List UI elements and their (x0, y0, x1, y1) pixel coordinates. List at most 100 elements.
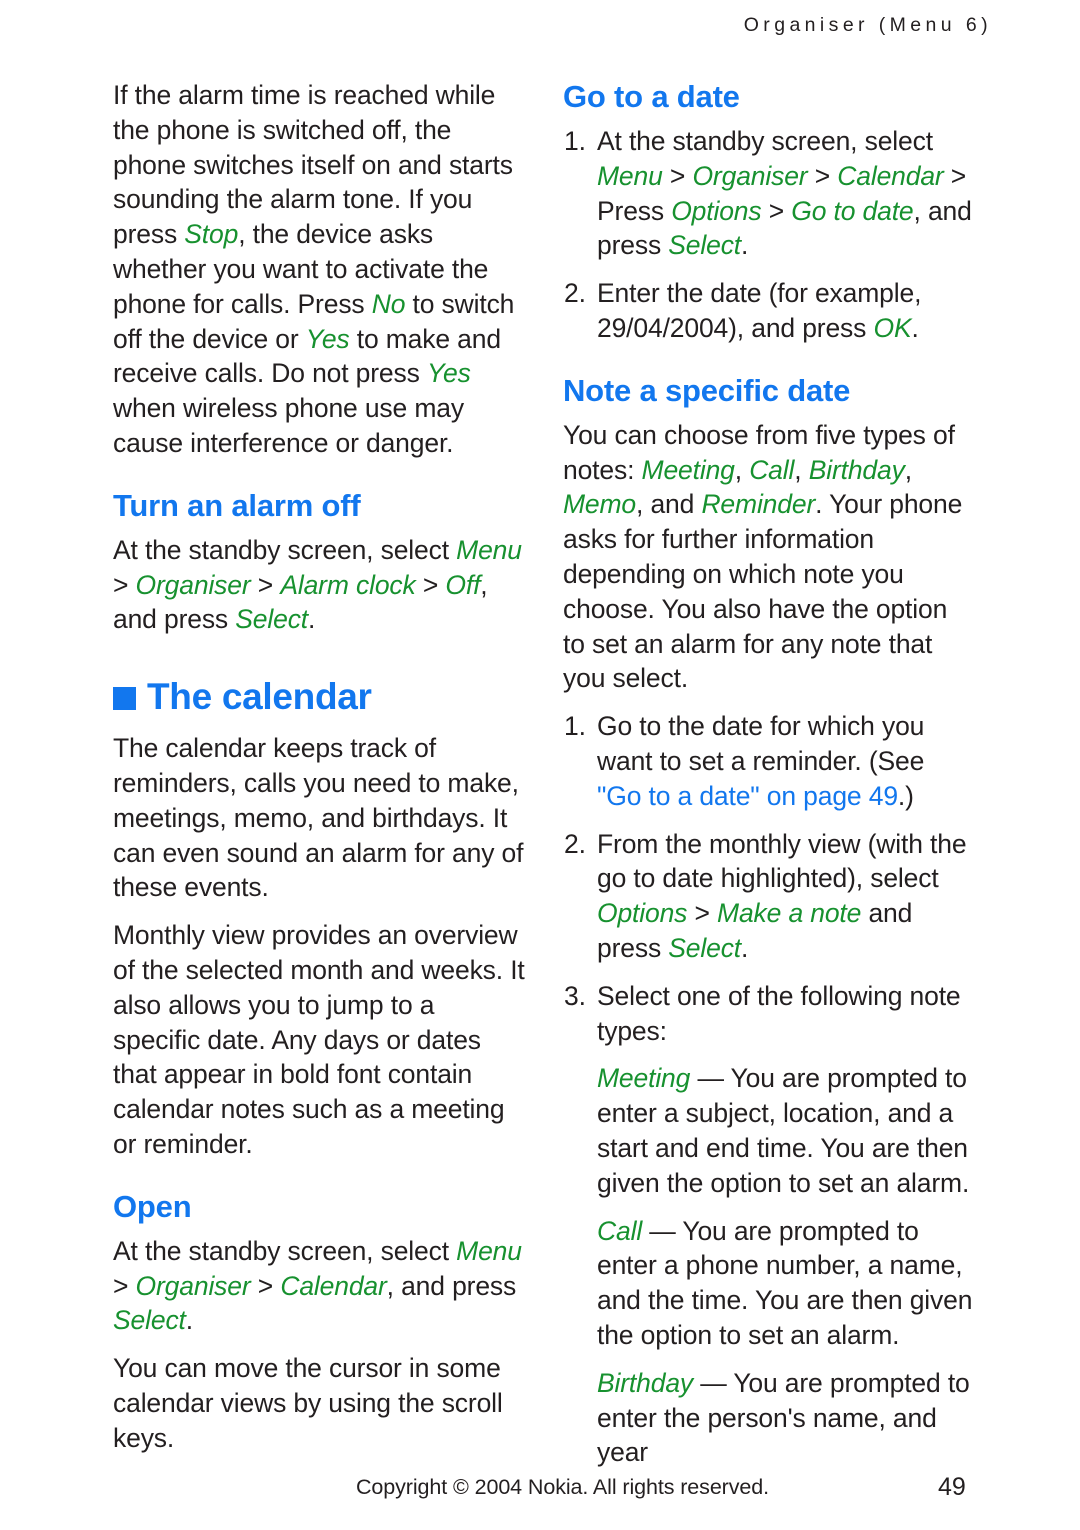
page-number: 49 (938, 1473, 966, 1501)
list-item: 2. From the monthly view (with the go to … (563, 827, 975, 966)
text-run: From the monthly view (with the go to da… (597, 828, 967, 894)
turn-alarm-off-instruction: At the standby screen, select Menu > Org… (113, 533, 525, 637)
list-item: 3. Select one of the following note types… (563, 979, 975, 1049)
heading-go-to-a-date: Go to a date (563, 79, 740, 114)
text-run: , (904, 454, 912, 485)
text-run: . (911, 312, 919, 343)
menu-separator: > (662, 160, 693, 191)
text-run: , (734, 454, 750, 485)
text-run: . (185, 1305, 193, 1336)
text-run: At the standby screen, select (113, 1235, 457, 1266)
note-a-specific-date-steps: 1. Go to the date for which you want to s… (563, 709, 975, 1048)
note-type-descriptions: Meeting — You are prompted to enter a su… (597, 1061, 975, 1470)
ui-term-organiser: Organiser (135, 1270, 251, 1301)
ui-term-yes: Yes (305, 323, 350, 354)
menu-separator: > (113, 1270, 136, 1301)
chapter-heading-label: The calendar (147, 676, 372, 718)
body-columns: If the alarm time is reached while the p… (113, 78, 993, 1467)
ui-term-birthday: Birthday (597, 1367, 694, 1398)
open-paragraph-2: You can move the cursor in some calendar… (113, 1353, 503, 1453)
menu-separator: > (250, 569, 281, 600)
heading-turn-an-alarm-off: Turn an alarm off (113, 487, 361, 523)
list-number: 2. (564, 828, 586, 859)
left-column: If the alarm time is reached while the p… (113, 78, 525, 1469)
copyright-notice: Copyright © 2004 Nokia. All rights reser… (356, 1475, 769, 1499)
ui-term-alarm-clock: Alarm clock (280, 569, 416, 600)
note-type-meeting: Meeting — You are prompted to enter a su… (597, 1061, 975, 1200)
ui-term-menu: Menu (456, 534, 522, 565)
text-run: Select one of the following note types: (597, 980, 961, 1046)
ui-term-yes-2: Yes (426, 358, 471, 389)
text-run: Press (597, 195, 672, 226)
right-column: Go to a date 1. At the standby screen, se… (563, 78, 975, 1483)
ui-term-make-a-note: Make a note (717, 898, 862, 929)
text-run: , (794, 454, 809, 485)
em-dash: — (690, 1063, 731, 1094)
menu-separator: > (761, 195, 792, 226)
menu-separator: > (807, 160, 838, 191)
menu-separator: > (415, 569, 446, 600)
list-number: 1. (564, 711, 586, 742)
text-run: when wireless phone use may cause interf… (113, 393, 464, 458)
document-page: Organiser (Menu 6) If the alarm time is … (0, 0, 1080, 1530)
calendar-paragraph-1: The calendar keeps track of reminders, c… (113, 733, 524, 903)
go-to-a-date-steps: 1. At the standby screen, select Menu > O… (563, 124, 975, 346)
ui-term-stop: Stop (184, 219, 239, 250)
ui-term-select: Select (113, 1305, 186, 1336)
page-footer: Copyright © 2004 Nokia. All rights reser… (0, 1470, 1080, 1504)
ui-term-calendar: Calendar (280, 1270, 387, 1301)
list-number: 1. (564, 126, 586, 156)
calendar-paragraph-2: Monthly view provides an overview of the… (113, 920, 525, 1159)
text-run: . (741, 230, 749, 261)
ui-term-reminder: Reminder (701, 489, 816, 520)
em-dash: — (642, 1215, 683, 1246)
list-item: 1. Go to the date for which you want to s… (563, 709, 975, 813)
ui-term-birthday: Birthday (808, 454, 905, 485)
menu-separator: > (943, 160, 967, 191)
ui-term-select: Select (668, 932, 742, 963)
ui-term-organiser: Organiser (135, 569, 251, 600)
heading-open: Open (113, 1188, 192, 1224)
open-instruction: At the standby screen, select Menu > Org… (113, 1234, 525, 1338)
text-run: , and press (386, 1270, 517, 1301)
running-header: Organiser (Menu 6) (743, 14, 992, 36)
ui-term-select: Select (235, 604, 309, 635)
alarm-intro-paragraph: If the alarm time is reached while the p… (113, 78, 525, 461)
ui-term-memo: Memo (563, 489, 637, 520)
em-dash: — (693, 1367, 734, 1398)
note-type-call: Call — You are prompted to enter a phone… (597, 1214, 975, 1353)
menu-separator: > (113, 569, 136, 600)
note-type-birthday: Birthday — You are prompted to enter the… (597, 1366, 975, 1470)
text-run: . (741, 932, 749, 963)
list-item: 1. At the standby screen, select Menu > O… (563, 124, 975, 263)
ui-term-no: No (371, 288, 406, 319)
list-number: 2. (564, 278, 586, 309)
list-item: 2. Enter the date (for example, 29/04/200… (563, 276, 975, 346)
text-run: At the standby screen, select (597, 126, 933, 156)
ui-term-meeting: Meeting (597, 1063, 691, 1094)
ui-term-options: Options (671, 195, 762, 226)
list-number: 3. (564, 980, 586, 1011)
ui-term-options: Options (597, 898, 688, 929)
ui-term-menu: Menu (597, 160, 663, 191)
ui-term-call: Call (749, 454, 795, 485)
blue-square-bullet-icon (113, 686, 136, 710)
ui-term-select: Select (668, 230, 742, 261)
ui-term-off: Off (445, 569, 481, 600)
cross-reference-link[interactable]: "Go to a date" on page 49 (597, 781, 898, 811)
ui-term-meeting: Meeting (641, 454, 735, 485)
text-run: . Your phone asks for further informatio… (563, 489, 963, 694)
heading-the-calendar: The calendar (113, 675, 525, 719)
text-run: . (308, 604, 316, 635)
ui-term-go-to-date: Go to date (791, 195, 914, 226)
heading-note-a-specific-date: Note a specific date (563, 372, 851, 408)
text-run: , and (636, 489, 702, 520)
text-run: Go to the date for which you want to set… (597, 711, 925, 776)
menu-separator: > (250, 1270, 281, 1301)
text-run: At the standby screen, select (113, 534, 457, 565)
menu-separator: > (687, 898, 718, 929)
note-types-intro-paragraph: You can choose from five types of notes:… (563, 418, 975, 696)
ui-term-calendar: Calendar (837, 160, 944, 191)
text-run: .) (897, 780, 914, 811)
ui-term-organiser: Organiser (692, 160, 808, 191)
